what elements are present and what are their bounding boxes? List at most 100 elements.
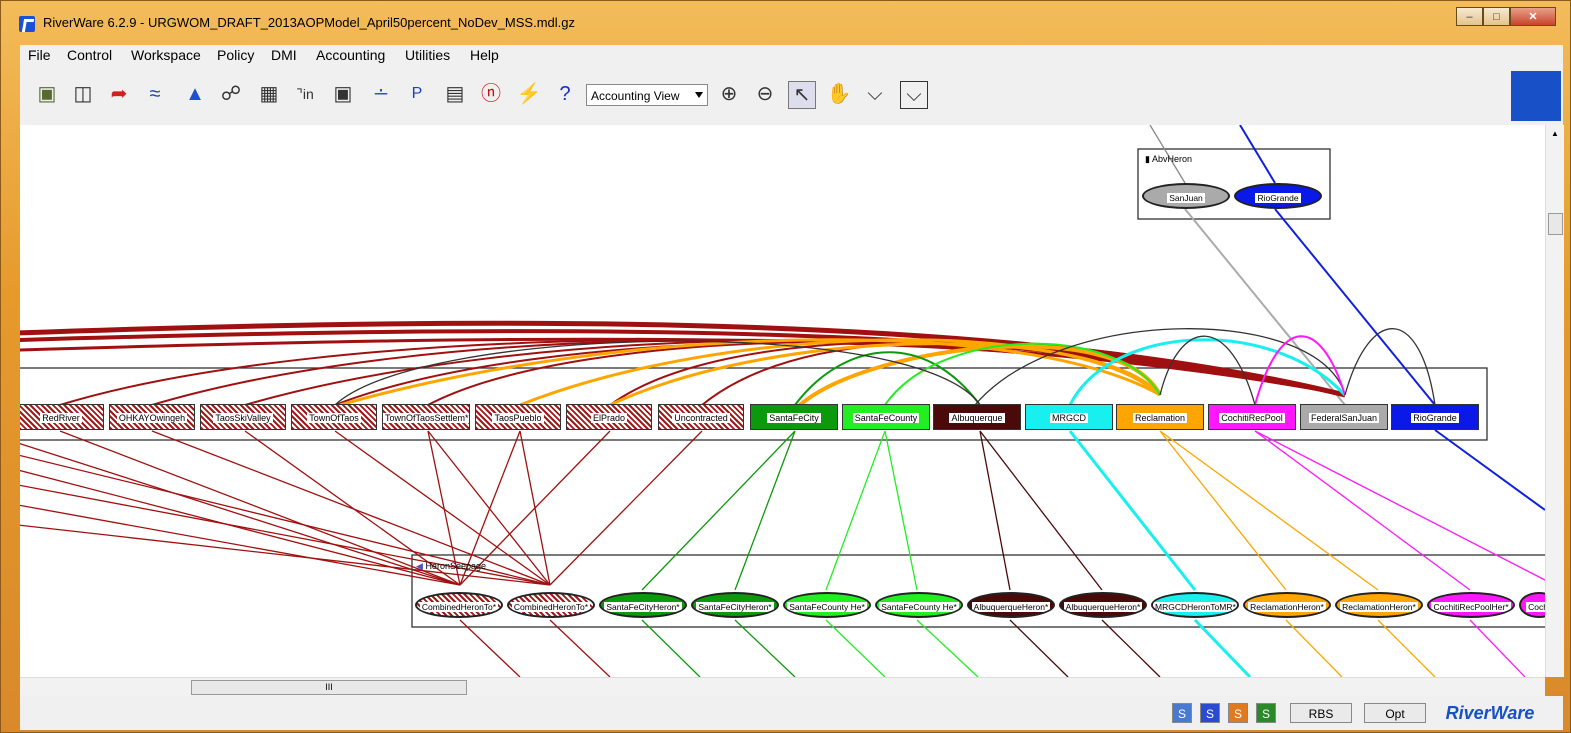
node-label: CombinedHeronTo* [511, 602, 591, 612]
rbs-button[interactable]: RBS [1290, 703, 1352, 723]
plot-icon[interactable]: P [404, 81, 430, 107]
account-node[interactable]: CochitiRecPool [1208, 404, 1296, 430]
riverware-app-icon [19, 16, 35, 32]
node-label: SantaFeCityHeron* [604, 602, 682, 612]
vertical-scrollbar[interactable]: ▲ [1545, 125, 1564, 677]
chart-icon[interactable]: ∸ [368, 81, 394, 107]
account-node[interactable]: SantaFeCityHeron* [691, 592, 779, 618]
chevron-down-icon [695, 92, 703, 98]
menu-help[interactable]: Help [470, 47, 499, 63]
telescope-box-icon[interactable]: ⌵ [900, 81, 928, 109]
account-node[interactable]: ReclamationHeron* [1243, 592, 1331, 618]
heronseepage-label: HeronSeepage [425, 561, 486, 571]
account-node[interactable]: CombinedHeronTo* [507, 592, 595, 618]
account-node[interactable]: Uncontracted [658, 404, 744, 430]
vertical-scroll-thumb[interactable] [1548, 213, 1563, 235]
view-selector[interactable]: Accounting View [586, 84, 708, 106]
zoom-in-icon[interactable]: ⊕ [716, 81, 742, 107]
node-label: ElPrado [590, 413, 628, 423]
triangle-icon[interactable]: ▲ [182, 81, 208, 107]
run-icon[interactable]: ➦ [106, 81, 132, 107]
heronseepage-group-label: ◀ HeronSeepage [416, 561, 486, 571]
account-node[interactable]: ReclamationHeron* [1335, 592, 1423, 618]
telescope-icon[interactable]: ⌵ [862, 81, 888, 107]
scroll-grip: III [325, 682, 333, 692]
open-icon[interactable]: ▣ [34, 81, 60, 107]
account-node[interactable]: Albuquerque [933, 404, 1021, 430]
dmi-icon[interactable]: ⓝ [478, 81, 504, 107]
node-label: CombinedHeronTo* [419, 602, 499, 612]
account-node[interactable]: OHKAYOwingeh [109, 404, 195, 430]
link-icon[interactable]: ☍ [218, 81, 244, 107]
top-node-riogrande[interactable]: RioGrande [1234, 183, 1322, 209]
status-s-button[interactable]: S [1228, 703, 1248, 723]
node-label: SantaFeCounty He* [879, 602, 959, 612]
menu-policy[interactable]: Policy [217, 47, 254, 63]
maximize-button[interactable]: □ [1483, 7, 1510, 26]
node-label: ReclamationHeron* [1248, 602, 1326, 612]
account-node[interactable]: SantaFeCityHeron* [599, 592, 687, 618]
accounting-canvas[interactable]: ▮ AbvHeron SanJuan RioGrande RedRiver OH… [20, 125, 1545, 677]
account-node[interactable]: CombinedHeronTo* [415, 592, 503, 618]
node-label: RedRiver [40, 413, 82, 423]
main-window: RiverWare 6.2.9 - URGWOM_DRAFT_2013AOPMo… [0, 0, 1571, 733]
node-label: Uncontracted [672, 413, 730, 423]
help-icon[interactable]: ? [552, 81, 578, 107]
account-node[interactable]: ElPrado [566, 404, 652, 430]
lightning-icon[interactable]: ⚡ [516, 81, 542, 107]
close-button[interactable]: ✕ [1510, 7, 1556, 26]
opt-button[interactable]: Opt [1364, 703, 1426, 723]
node-label: OHKAYOwingeh [116, 413, 188, 423]
node-label: TownOfTaosSettlem* [383, 413, 469, 423]
menu-workspace[interactable]: Workspace [131, 47, 201, 63]
minimize-button[interactable]: – [1456, 7, 1483, 26]
node-label: TownOfTaos [307, 413, 361, 423]
node-label: AlbuquerqueHeron* [1063, 602, 1143, 612]
menu-accounting[interactable]: Accounting [316, 47, 385, 63]
top-node-sanjuan[interactable]: SanJuan [1142, 183, 1230, 209]
view-selector-value: Accounting View [591, 89, 680, 103]
multirun-icon[interactable]: ≈ [142, 81, 168, 107]
menu-utilities[interactable]: Utilities [405, 47, 450, 63]
account-node[interactable]: MRGCDHeronToMR* [1151, 592, 1239, 618]
input-icon[interactable]: ⌝in [292, 81, 318, 107]
account-node[interactable]: AlbuquerqueHeron* [1059, 592, 1147, 618]
pointer-icon[interactable]: ↖ [788, 81, 816, 109]
account-node[interactable]: Reclamation [1116, 404, 1204, 430]
save-icon[interactable]: ◫ [70, 81, 96, 107]
account-node[interactable]: AlbuquerqueHeron* [967, 592, 1055, 618]
account-node[interactable]: FederalSanJuan [1300, 404, 1388, 430]
horizontal-scrollbar[interactable]: III [20, 677, 1545, 696]
account-node[interactable]: SantaFeCity [750, 404, 838, 430]
hand-icon[interactable]: ✋ [826, 81, 852, 107]
menu-dmi[interactable]: DMI [271, 47, 297, 63]
riverware-brand-logo: RiverWare [1436, 703, 1544, 723]
node-label: CochitiRecPool [1219, 413, 1285, 423]
menu-file[interactable]: File [28, 47, 51, 63]
account-node[interactable]: SantaFeCounty He* [783, 592, 871, 618]
account-node[interactable]: MRGCD [1025, 404, 1113, 430]
account-node[interactable]: TaosPueblo [475, 404, 561, 430]
zoom-out-icon[interactable]: ⊖ [752, 81, 778, 107]
title-bar: RiverWare 6.2.9 - URGWOM_DRAFT_2013AOPMo… [1, 1, 1570, 45]
scroll-up-icon[interactable]: ▲ [1546, 129, 1564, 138]
horizontal-scroll-thumb[interactable]: III [191, 680, 467, 695]
window-controls: – □ ✕ [1456, 7, 1556, 26]
node-label: FederalSanJuan [1308, 413, 1380, 423]
status-s-button[interactable]: S [1172, 703, 1192, 723]
camera-icon[interactable]: ▣ [330, 81, 356, 107]
account-node[interactable]: TownOfTaos [291, 404, 377, 430]
status-s-button[interactable]: S [1200, 703, 1220, 723]
database-icon[interactable]: ▤ [442, 81, 468, 107]
account-node[interactable]: CochitiRecPoolHer* [1427, 592, 1515, 618]
account-node[interactable]: TownOfTaosSettlem* [382, 404, 470, 430]
grid-icon[interactable]: ▦ [256, 81, 282, 107]
account-node[interactable]: RedRiver [20, 404, 104, 430]
account-node[interactable]: RioGrande [1391, 404, 1479, 430]
menu-control[interactable]: Control [67, 47, 112, 63]
node-label: SantaFeCity [767, 413, 821, 423]
account-node[interactable]: SantaFeCounty [842, 404, 930, 430]
account-node[interactable]: TaosSkiValley [200, 404, 286, 430]
status-s-button[interactable]: S [1256, 703, 1276, 723]
account-node[interactable]: SantaFeCounty He* [875, 592, 963, 618]
